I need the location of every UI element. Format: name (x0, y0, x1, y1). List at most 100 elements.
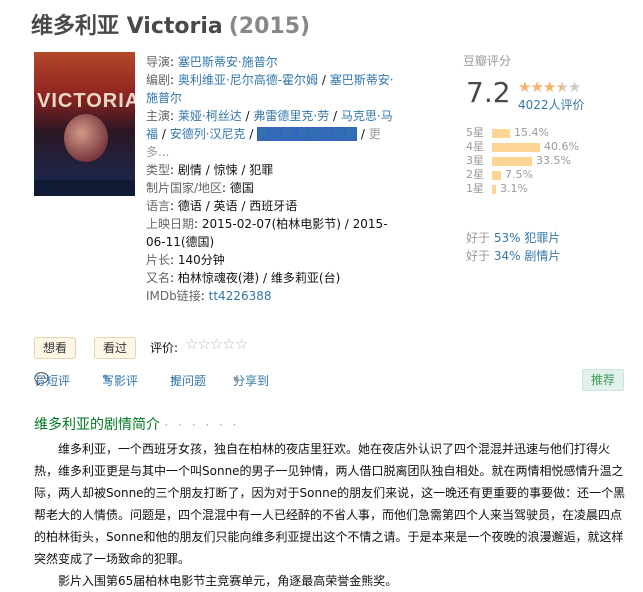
rating-title: 豆瓣评分 (463, 54, 512, 68)
star-empty-icon: ★ (567, 78, 581, 96)
rate-star-4[interactable]: ☆ (222, 335, 235, 353)
write-short-review-label: 写短评 (34, 374, 71, 388)
country-label: 制片国家/地区 (146, 181, 223, 195)
rating-distribution-label: 3星 (466, 154, 484, 167)
imdb-label: IMDb链接 (146, 289, 201, 303)
movie-name: 维多利亚 Victoria (31, 14, 223, 39)
rating-distribution-label: 1星 (466, 182, 484, 195)
rate-star-5[interactable]: ☆ (235, 335, 248, 353)
writer-label: 编剧 (146, 73, 171, 87)
better-than-prefix: 好于 (466, 249, 491, 263)
summary-paragraph: 维多利亚，一个西班牙女孩，独自在柏林的夜店里狂欢。她在夜店外认识了四个混混并迅速… (34, 442, 626, 566)
aka-label: 又名 (146, 271, 171, 285)
cast-link[interactable]: 弗雷德里克·劳 (253, 109, 329, 123)
summary-section-title: 维多利亚的剧情简介 · · · · · · (34, 414, 239, 434)
rating-distribution-pct: 3.1% (500, 182, 528, 195)
poster-credits-strip (34, 180, 135, 196)
runtime-label: 片长 (146, 253, 171, 267)
star-half-icon: ★ (555, 78, 568, 96)
rating-distribution-row: 1星 3.1% (466, 182, 636, 196)
summary-title-text: 维多利亚的剧情简介 (34, 417, 160, 433)
rating-distribution-label: 2星 (466, 168, 484, 181)
cast-link[interactable]: 安德列·汉尼克 (170, 127, 246, 141)
better-than-genre: 犯罪片 (524, 231, 561, 245)
genre-value: 剧情 (177, 163, 202, 177)
summary-body: 维多利亚，一个西班牙女孩，独自在柏林的夜店里狂欢。她在夜店外认识了四个混混并迅速… (34, 438, 628, 592)
genre-label: 类型 (146, 163, 171, 177)
recommend-button[interactable]: 推荐 (582, 369, 624, 391)
better-than-link[interactable]: 34% 剧情片 (494, 249, 561, 263)
rate-label: 评价: (150, 341, 179, 355)
better-than-pct: 34% (493, 249, 521, 263)
better-than-list: 好于 53% 犯罪片 好于 34% 剧情片 (466, 229, 560, 265)
rating-distribution-row: 3星 33.5% (466, 154, 636, 168)
info-cast-row: 主演: 莱娅·柯丝达 / 弗雷德里克·劳 / 马克思·马福 / 安德列·汉尼克 … (146, 109, 393, 159)
director-link[interactable]: 塞巴斯蒂安·施普尔 (178, 55, 278, 69)
rating-distribution-bar (492, 185, 496, 194)
cast-link-selected[interactable]: 弗兰兹·罗格沃斯基 (257, 127, 358, 141)
star-full-icon: ★ (542, 78, 556, 96)
rating-votes-link[interactable]: 4022人评价 (518, 96, 585, 113)
better-than-link[interactable]: 53% 犯罪片 (494, 231, 561, 245)
rating-distribution-row: 4星 40.6% (466, 140, 636, 154)
cast-link[interactable]: 莱娅·柯丝达 (178, 109, 242, 123)
rating-distribution-pct: 40.6% (544, 140, 579, 153)
movie-poster[interactable]: VICTORIA (34, 52, 135, 196)
poster-title-text: VICTORIA (37, 90, 135, 112)
want-to-watch-button[interactable]: 想看 (34, 337, 77, 359)
rating-distribution-bar (492, 143, 540, 152)
better-than-genre: 剧情片 (524, 249, 561, 263)
rating-distribution-label: 4星 (466, 140, 484, 153)
info-release-row: 上映日期: 2015-02-07(柏林电影节) / 2015-06-11(德国) (146, 217, 388, 249)
release-label: 上映日期 (146, 217, 195, 231)
language-value: 德语 / 英语 / 西班牙语 (177, 199, 298, 213)
better-than-prefix: 好于 (466, 231, 491, 245)
rating-distribution-label: 5星 (466, 126, 484, 139)
genre-value: 惊悚 (213, 163, 238, 177)
better-than-item: 好于 34% 剧情片 (466, 247, 560, 265)
poster-face-image (64, 114, 108, 162)
summary-title-dots: · · · · · · (164, 418, 240, 432)
movie-info: 导演: 塞巴斯蒂安·施普尔 编剧: 奥利维亚·尼尔高德-霍尔姆 / 塞巴斯蒂安·… (146, 53, 396, 305)
imdb-link[interactable]: tt4226388 (209, 289, 272, 303)
watched-button[interactable]: 看过 (94, 337, 137, 359)
rate-star-1[interactable]: ☆ (185, 335, 198, 353)
rating-distribution-pct: 7.5% (505, 168, 533, 181)
release-value: 2015-02-07(柏林电影节) (201, 217, 341, 231)
star-full-icon: ★ (518, 78, 531, 96)
rate-star-3[interactable]: ☆ (210, 335, 223, 353)
country-value: 德国 (229, 181, 254, 195)
info-writer-row: 编剧: 奥利维亚·尼尔高德-霍尔姆 / 塞巴斯蒂安·施普尔 (146, 73, 394, 105)
runtime-value: 140分钟 (177, 253, 225, 267)
star-full-icon: ★ (530, 78, 543, 96)
movie-year: (2015) (228, 14, 311, 39)
rating-distribution-bar (492, 129, 510, 138)
better-than-pct: 53% (493, 231, 521, 245)
aka-value: 柏林惊魂夜(港) / 维多莉亚(台) (177, 271, 341, 285)
rating-distribution-row: 2星 7.5% (466, 168, 636, 182)
director-label: 导演 (146, 55, 171, 69)
rating-distribution-bar (492, 171, 501, 180)
better-than-item: 好于 53% 犯罪片 (466, 229, 560, 247)
rating-distribution-bar (492, 157, 532, 166)
language-label: 语言 (146, 199, 171, 213)
writer-link[interactable]: 奥利维亚·尼尔高德-霍尔姆 (178, 73, 318, 87)
rating-distribution-row: 5星 15.4% (466, 126, 636, 140)
rating-stars: ★★★★★ (518, 78, 581, 96)
write-review-label: 写影评 (102, 374, 139, 388)
cast-label: 主演 (146, 109, 171, 123)
rate-star-2[interactable]: ☆ (197, 335, 210, 353)
info-genre-row: 类型: 剧情 / 惊悚 / 犯罪 (146, 163, 274, 177)
summary-paragraph: 影片入围第65届柏林电影节主竞赛单元，角逐最高荣誉金熊奖。 (58, 574, 398, 588)
rating-distribution-pct: 15.4% (514, 126, 549, 139)
rate-stars-input[interactable]: ☆☆☆☆☆ (185, 335, 248, 353)
info-language-row: 语言: 德语 / 英语 / 西班牙语 (146, 199, 298, 213)
info-imdb-row: IMDb链接: tt4226388 (146, 289, 272, 303)
ask-question-label: 提问题 (170, 374, 207, 388)
rating-panel: 豆瓣评分 7.2 ★★★★★ 4022人评价 5星 15.4% 4星 40.6% 3星 3… (463, 52, 628, 263)
page-title: 维多利亚 Victoria (2015) (31, 8, 310, 40)
info-director-row: 导演: 塞巴斯蒂安·施普尔 (146, 55, 278, 69)
rating-distribution-pct: 33.5% (536, 154, 571, 167)
info-aka-row: 又名: 柏林惊魂夜(港) / 维多莉亚(台) (146, 271, 341, 285)
info-country-row: 制片国家/地区: 德国 (146, 181, 254, 195)
